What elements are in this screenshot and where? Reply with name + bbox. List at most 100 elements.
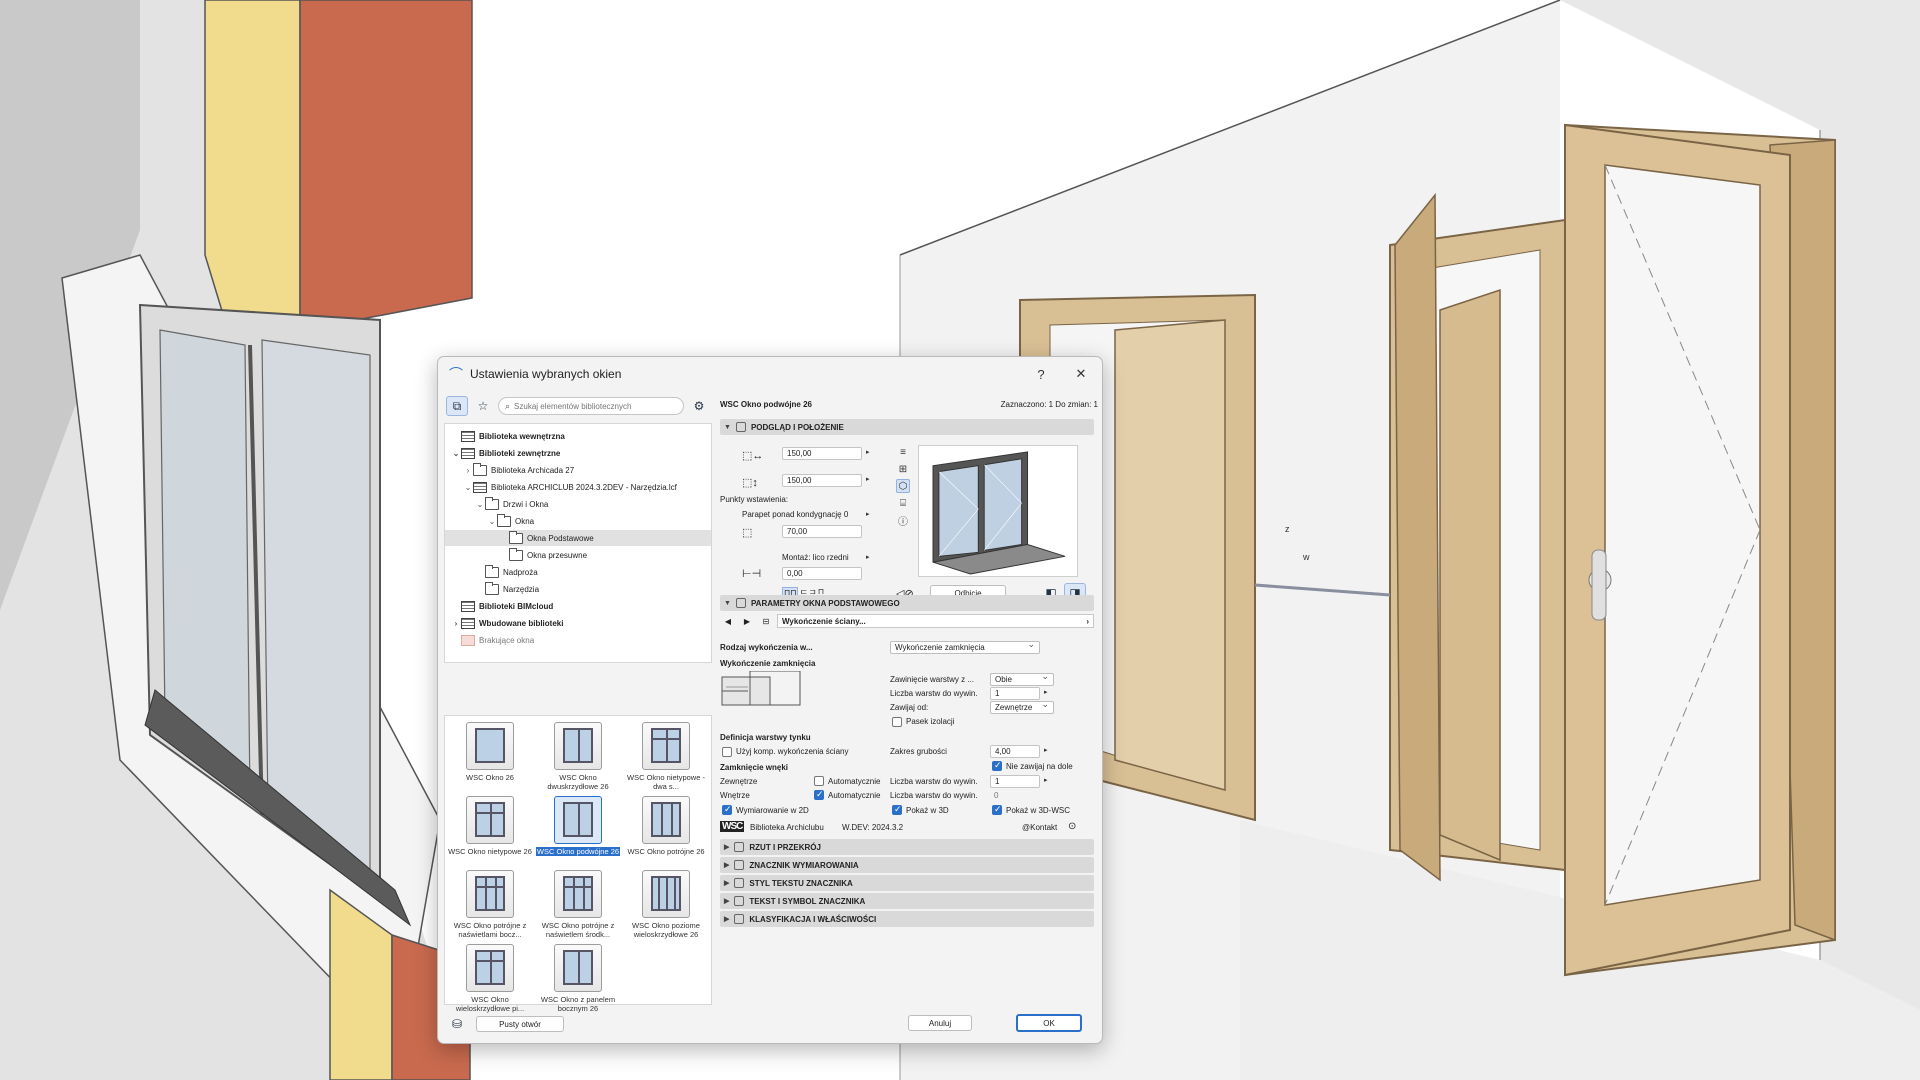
prev-page-button[interactable]: ◀ [720, 614, 736, 628]
no-wrap-bottom-checkbox[interactable] [992, 760, 1002, 771]
disclosure-icon[interactable]: ⌄ [487, 517, 497, 526]
page-list-icon[interactable]: ⊟ [758, 614, 774, 628]
section-params[interactable]: ▼ PARAMETRY OKNA PODSTAWOWEGO [720, 595, 1094, 611]
tree-item[interactable]: Biblioteki BIMcloud [445, 598, 711, 614]
ok-button[interactable]: OK [1016, 1014, 1082, 1032]
folder-icon [485, 564, 499, 578]
height-field[interactable]: 150,00 [782, 474, 862, 487]
library-object-thumb[interactable]: WSC Okno 26 [447, 722, 533, 796]
layer-count2-field[interactable]: 1 [990, 775, 1040, 788]
dims2d-checkbox[interactable] [722, 804, 732, 815]
thumb-label: WSC Okno wieloskrzydłowe pi... [447, 995, 533, 1013]
library-search[interactable]: ⌕ [498, 397, 684, 415]
section-dim-marker[interactable]: ▶ ZNACZNIK WYMIAROWANIA [720, 857, 1094, 873]
thumb-label-text: WSC Okno potrójne 26 [627, 847, 705, 856]
show3d-checkbox[interactable] [892, 804, 902, 815]
width-field[interactable]: 150,00 [782, 447, 862, 460]
plan-section-icon [734, 842, 745, 852]
wrap-from-dropdown[interactable]: Zewnętrze [990, 699, 1054, 714]
library-object-thumb[interactable]: WSC Okno dwuskrzydłowe 26 [535, 722, 621, 796]
insulation-strip-checkbox[interactable] [892, 717, 902, 727]
disclosure-icon[interactable]: ⌄ [463, 483, 473, 492]
auto-exterior-checkbox[interactable] [814, 776, 824, 786]
library-manager-icon[interactable]: ⛁ [446, 1014, 468, 1034]
object-filter-icon[interactable]: ⧉ [446, 396, 468, 416]
section-classification[interactable]: ▶ KLASYFIKACJA I WŁAŚCIWOŚCI [720, 911, 1094, 927]
sill-field[interactable]: 70,00 [782, 525, 862, 538]
close-button[interactable]: ✕ [1068, 363, 1094, 385]
section-preview[interactable]: ▼ PODGLĄD I POŁOŻENIE [720, 419, 1094, 435]
3d-view-icon[interactable]: ⬡ [896, 479, 910, 493]
disclosure-icon[interactable]: ⌄ [451, 449, 461, 458]
tree-item[interactable]: Narzędzia [445, 581, 711, 597]
library-object-thumb[interactable]: WSC Okno podwójne 26 [535, 796, 621, 870]
thumb-label: WSC Okno podwójne 26 [535, 847, 621, 856]
section-text-symbol[interactable]: ▶ TEKST I SYMBOL ZNACZNIKA [720, 893, 1094, 909]
tree-item[interactable]: › Biblioteka Archicada 27 [445, 462, 711, 478]
settings-pane: WSC Okno podwójne 26 Zaznaczono: 1 Do zm… [720, 393, 1098, 1039]
tree-item-label: Drzwi i Okna [503, 499, 549, 509]
tree-item[interactable]: Okna przesuwne [445, 547, 711, 563]
tree-item[interactable]: Okna Podstawowe [445, 530, 711, 546]
tree-item[interactable]: ⌄ Okna [445, 513, 711, 529]
height-arrow-icon[interactable]: ▸ [866, 475, 870, 483]
library-object-thumb[interactable]: WSC Okno poziome wieloskrzydłowe 26 [623, 870, 709, 944]
disclosure-icon[interactable]: › [451, 619, 461, 628]
thickness-label: Zakres grubości [890, 747, 947, 756]
library-object-thumb[interactable]: WSC Okno potrójne z naświetlem środk... [535, 870, 621, 944]
library-object-thumb[interactable]: WSC Okno z panelem bocznym 26 [535, 944, 621, 1018]
tree-item[interactable]: ⌄ Biblioteka ARCHICLUB 2024.3.2DEV - Narz… [445, 479, 711, 495]
empty-opening-button[interactable]: Pusty otwór [476, 1016, 564, 1032]
page-combo[interactable]: Wykończenie ściany... › [777, 614, 1094, 628]
disclosure-icon[interactable]: › [463, 466, 473, 475]
info-icon[interactable]: ⓘ [896, 513, 910, 528]
tree-item[interactable]: › Wbudowane biblioteki [445, 615, 711, 631]
thumb-label-text: WSC Okno dwuskrzydłowe 26 [547, 773, 609, 791]
thickness-field[interactable]: 4,00 [990, 745, 1040, 758]
gear-icon[interactable]: ⚙ [688, 396, 710, 416]
tree-item[interactable]: ⌄ Biblioteki zewnętrzne [445, 445, 711, 461]
favorites-star-icon[interactable]: ☆ [472, 396, 494, 416]
wrap-layer-dropdown[interactable]: Obie [990, 671, 1054, 686]
grid-view-icon[interactable]: ⊞ [896, 462, 910, 476]
tree-item[interactable]: Nadproża [445, 564, 711, 580]
finish-type-dropdown[interactable]: Wykończenie zamknięcia [890, 639, 1040, 654]
mount-field[interactable]: 0,00 [782, 567, 862, 580]
width-arrow-icon[interactable]: ▸ [866, 448, 870, 456]
library-object-thumb[interactable]: WSC Okno nietypowe - dwa s... [623, 722, 709, 796]
section-plan[interactable]: ▶ RZUT I PRZEKRÓJ [720, 839, 1094, 855]
section-view-icon[interactable]: ⌸ [896, 496, 910, 510]
tree-item-label: Biblioteki zewnętrzne [479, 448, 561, 458]
use-comp-checkbox[interactable] [722, 747, 732, 757]
section-marker-text[interactable]: ▶ STYL TEKSTU ZNACZNIKA [720, 875, 1094, 891]
folder-icon [485, 581, 499, 595]
disclosure-icon[interactable]: ⌄ [475, 500, 485, 509]
tree-item[interactable]: ⌄ Drzwi i Okna [445, 496, 711, 512]
next-page-button[interactable]: ▶ [739, 614, 755, 628]
cancel-button[interactable]: Anuluj [908, 1015, 972, 1031]
axis-z-label: z [1285, 524, 1290, 534]
search-input[interactable] [514, 401, 675, 411]
chevron-right-icon: ▶ [724, 916, 730, 923]
show3dwsc-checkbox[interactable] [992, 804, 1002, 815]
tree-item[interactable]: Biblioteka wewnętrzna [445, 428, 711, 444]
library-object-thumb[interactable]: WSC Okno potrójne z naświetlami bocz... [447, 870, 533, 944]
library-object-thumb[interactable]: WSC Okno wieloskrzydłowe pi... [447, 944, 533, 1018]
contact-link[interactable]: @Kontakt [1022, 823, 1057, 832]
layer-count2-arrow-icon[interactable]: ▸ [1044, 776, 1048, 784]
mount-arrow-icon[interactable]: ▸ [866, 553, 870, 561]
insertion-points-label: Punkty wstawienia: [720, 495, 789, 504]
window-thumbnail-icon [642, 722, 690, 770]
layer-count-field[interactable]: 1 [990, 687, 1040, 700]
brick-layer [299, 0, 473, 357]
library-object-thumb[interactable]: WSC Okno nietypowe 26 [447, 796, 533, 870]
plan-view-icon[interactable]: ≡ [896, 445, 910, 459]
help-button[interactable]: ? [1028, 363, 1054, 385]
library-object-thumb[interactable]: WSC Okno potrójne 26 [623, 796, 709, 870]
chevron-circle-icon[interactable]: ⊙ [1068, 821, 1076, 832]
layer-count-arrow-icon[interactable]: ▸ [1044, 688, 1048, 696]
tree-item[interactable]: Brakujące okna [445, 632, 711, 648]
sill-arrow-icon[interactable]: ▸ [866, 510, 870, 518]
thickness-arrow-icon[interactable]: ▸ [1044, 746, 1048, 754]
auto-interior-checkbox[interactable] [814, 789, 824, 800]
